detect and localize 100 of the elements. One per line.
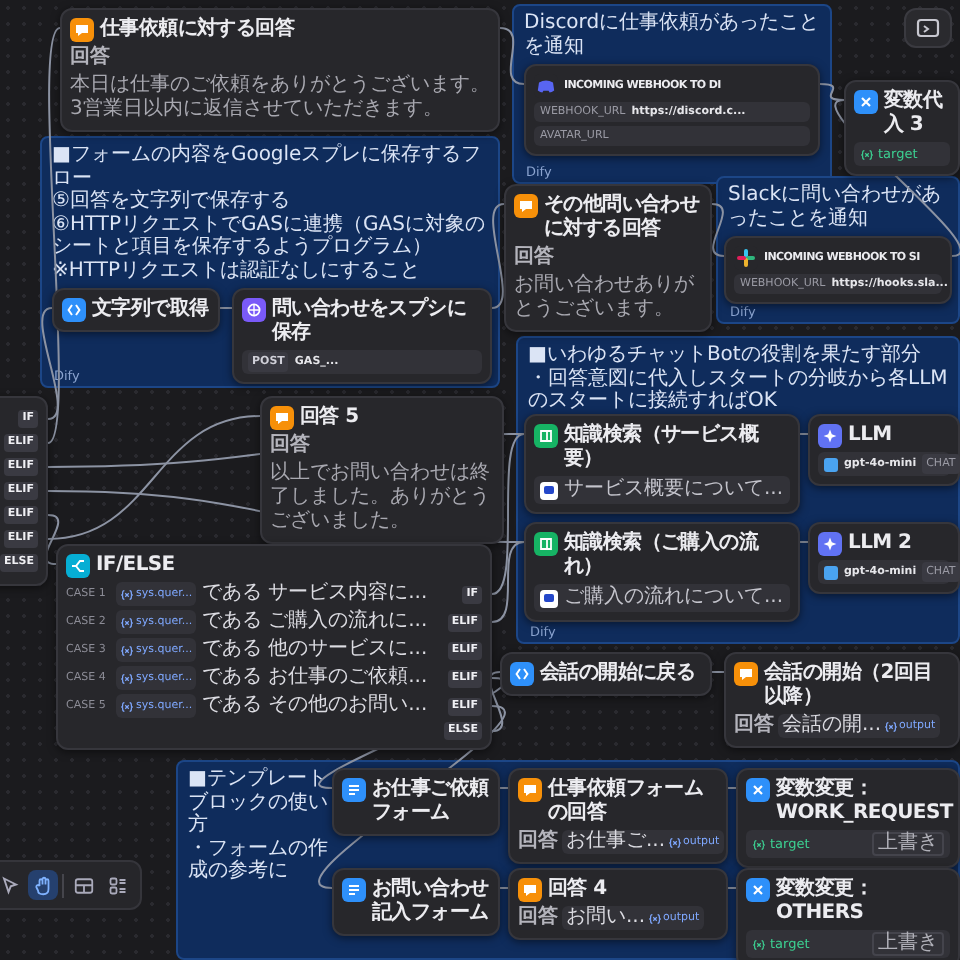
book-icon xyxy=(534,532,558,556)
field-label: 回答 xyxy=(514,246,556,270)
grid-icon xyxy=(105,873,129,897)
node-title: 回答 5 xyxy=(300,406,359,430)
node-title: お仕事ご依頼フォーム xyxy=(372,778,490,826)
node-title: 仕事依頼フォームの回答 xyxy=(548,778,706,826)
variable-icon xyxy=(854,90,878,114)
layout-icon xyxy=(71,873,95,897)
node-title: LLM xyxy=(848,424,892,448)
operator-label: である xyxy=(202,638,263,662)
group-note: ・回答意図に代入しスタートの分岐から各LLMのスタートに接続すればOK xyxy=(528,367,948,413)
node-title: 会話の開始（2回目以降） xyxy=(764,662,935,710)
condition-value: ご購入の流れに... xyxy=(268,610,428,634)
node-title: お問い合わせ記入フォーム xyxy=(372,878,490,926)
workflow-node[interactable]: 知識検索（ご購入の流れ） ご購入の流れについて... xyxy=(524,522,800,622)
code-icon xyxy=(62,298,86,322)
chat-bubble-icon xyxy=(734,662,758,686)
workflow-node[interactable] xyxy=(56,544,492,750)
node-title: 仕事依頼に対する回答 xyxy=(100,18,295,42)
variable-icon xyxy=(120,671,134,685)
document-icon xyxy=(540,589,558,607)
document-icon xyxy=(342,778,366,802)
view-button[interactable] xyxy=(904,8,952,48)
node-ref: 会話の開... xyxy=(782,714,882,738)
globe-icon xyxy=(242,298,266,322)
chat-bubble-icon xyxy=(514,194,538,218)
hand-icon xyxy=(31,873,55,897)
operator-label: である xyxy=(202,610,263,634)
variable-icon xyxy=(120,587,134,601)
document-name: サービス概要について... xyxy=(564,478,784,502)
workflow-node[interactable]: 文字列で取得 xyxy=(52,288,220,332)
variable-icon xyxy=(120,643,134,657)
connector-line xyxy=(491,203,505,309)
operator-label: である xyxy=(202,666,263,690)
node-title: IF/ELSE xyxy=(96,554,175,578)
document-icon xyxy=(540,481,558,499)
model-icon xyxy=(824,565,838,579)
connector-line xyxy=(711,671,725,673)
branch-icon xyxy=(66,554,90,578)
field-label: 回答 xyxy=(270,434,312,458)
connector-line xyxy=(711,203,725,257)
condition-value: お仕事のご依頼... xyxy=(268,666,428,690)
sparkle-icon xyxy=(818,424,842,448)
workflow-node[interactable]: 会話の開始に戻る xyxy=(500,652,712,696)
variable-icon xyxy=(120,615,134,629)
chat-bubble-icon xyxy=(270,406,294,430)
group-note: ・フォームの作成の参考に xyxy=(188,837,330,883)
connector-line xyxy=(499,27,525,85)
book-icon xyxy=(534,424,558,448)
answer-text: 以上でお問い合わせは終了しました。ありがとうございました。 xyxy=(270,462,492,534)
workflow-node[interactable]: お仕事ご依頼フォーム xyxy=(332,768,500,836)
group-note: ⑤回答を文字列で保存する xyxy=(52,190,292,213)
field-label: 回答 xyxy=(734,714,774,738)
variable-icon xyxy=(120,699,134,713)
group-note: ■いわゆるチャットBotの役割を果たす部分 xyxy=(528,344,923,367)
chat-bubble-icon xyxy=(518,778,542,802)
field-label: 回答 xyxy=(70,46,112,70)
node-title: 変数変更：OTHERS xyxy=(776,878,876,926)
field-label: 回答 xyxy=(518,906,558,930)
node-title: その他問い合わせに対する回答 xyxy=(544,194,702,242)
variable-icon xyxy=(667,835,682,849)
group-note: ■テンプレートブロックの使い方 xyxy=(188,768,330,837)
variable-icon xyxy=(647,911,662,925)
node-title: 知識検索（ご購入の流れ） xyxy=(564,532,761,580)
node-ref: お問い... xyxy=(566,906,646,930)
workflow-node[interactable]: 知識検索（サービス概要） サービス概要について... xyxy=(524,414,800,514)
condition-value: その他のお問い... xyxy=(268,694,428,718)
operation-label: 上書き xyxy=(872,932,944,956)
operation-label: 上書き xyxy=(872,832,944,856)
chat-bubble-icon xyxy=(518,878,542,902)
group-note: ■フォームの内容をGoogleスプレに保存するフロー xyxy=(52,144,484,189)
field-label: 回答 xyxy=(518,830,558,854)
variable-icon xyxy=(746,878,770,902)
node-title: 変数変更：WORK_REQUEST xyxy=(776,778,950,826)
group-note: ⑥HTTPリクエストでGASに連携（GASに対象のシートと項目を保存するようプログラム） xyxy=(52,213,487,259)
pinwheel-icon xyxy=(734,246,758,270)
tool-button[interactable] xyxy=(28,870,58,900)
answer-text: お問い合わせありがとうございます。 xyxy=(514,274,696,322)
group-note: Discordに仕事依頼があったことを通知 xyxy=(524,12,820,58)
workflow-node[interactable]: 仕事依頼に対する回答 回答 本日は仕事のご依頼をありがとうございます。3営業日以内に返信させていただきます。 xyxy=(60,8,500,132)
model-icon xyxy=(824,457,838,471)
variable-icon xyxy=(752,937,766,951)
node-title: 問い合わせをスプシに保存 xyxy=(272,298,469,346)
node-title: 文字列で取得 xyxy=(92,298,209,322)
workflow-node[interactable]: その他問い合わせに対する回答 回答 お問い合わせありがとうございます。 xyxy=(504,184,712,332)
connector-line xyxy=(724,787,740,789)
sparkle-icon xyxy=(818,532,842,556)
variable-icon xyxy=(752,837,766,851)
workflow-node[interactable]: お問い合わせ記入フォーム xyxy=(332,868,500,936)
workflow-node[interactable]: 回答 5 回答 以上でお問い合わせは終了しました。ありがとうございました。 xyxy=(260,396,504,544)
operator-label: である xyxy=(202,582,263,606)
chat-bubble-icon xyxy=(70,18,94,42)
pointer-icon xyxy=(0,873,21,897)
node-title: 会話の開始に戻る xyxy=(540,662,696,686)
operator-label: である xyxy=(202,694,263,718)
node-title: LLM 2 xyxy=(848,532,912,556)
answer-text: 本日は仕事のご依頼をありがとうございます。3営業日以内に返信させていただきます。 xyxy=(70,74,490,122)
node-title: 回答 4 xyxy=(548,878,607,902)
condition-value: サービス内容に... xyxy=(268,582,428,606)
connector-line xyxy=(796,433,812,435)
